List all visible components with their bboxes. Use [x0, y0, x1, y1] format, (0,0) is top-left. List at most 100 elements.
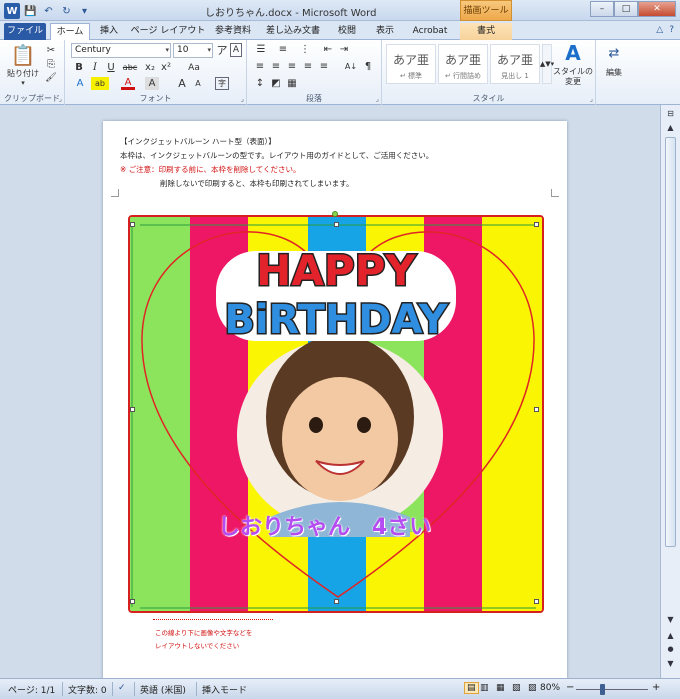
- ruler-toggle-icon[interactable]: ⊟: [664, 109, 677, 121]
- editing-button[interactable]: 編集: [598, 66, 630, 78]
- enclose-char-icon[interactable]: A: [230, 43, 242, 57]
- shading-button[interactable]: ◩: [269, 77, 283, 90]
- tab-review[interactable]: 校閲: [330, 23, 364, 40]
- enclose-button[interactable]: 字: [215, 77, 229, 90]
- rotate-handle[interactable]: [332, 211, 338, 217]
- paste-menu-icon[interactable]: ▾: [18, 78, 28, 87]
- minimize-button[interactable]: –: [590, 1, 614, 17]
- vertical-scrollbar[interactable]: ⊟ ▲ ▼ ▲ ● ▼: [660, 105, 680, 678]
- paragraph-launcher-icon[interactable]: ⌟: [376, 95, 379, 103]
- grow-font-icon[interactable]: ア: [216, 43, 228, 57]
- resize-handle[interactable]: [334, 222, 339, 227]
- strikethrough-button[interactable]: abc: [121, 61, 139, 74]
- underline-button[interactable]: U: [105, 61, 117, 74]
- align-right-button[interactable]: ≡: [285, 60, 299, 73]
- multilevel-list-button[interactable]: ⋮: [297, 43, 313, 56]
- italic-button[interactable]: I: [89, 61, 101, 74]
- font-name-dropdown-icon[interactable]: ▾: [165, 44, 169, 57]
- text-effect-button[interactable]: A: [73, 77, 87, 90]
- tab-page-layout[interactable]: ページ レイアウト: [130, 23, 206, 40]
- undo-icon[interactable]: ↶: [41, 4, 56, 19]
- minimize-ribbon-icon[interactable]: △: [656, 25, 663, 35]
- zoom-out-button[interactable]: −: [566, 682, 574, 693]
- font-launcher-icon[interactable]: ⌟: [241, 95, 244, 103]
- center-button[interactable]: ≡: [269, 60, 283, 73]
- style-heading-1[interactable]: あア亜 見出し 1: [490, 44, 540, 84]
- justify-button[interactable]: ≡: [301, 60, 315, 73]
- align-left-button[interactable]: ≡: [253, 60, 267, 73]
- grow-font-button[interactable]: A: [175, 77, 189, 90]
- language[interactable]: 英語 (米国): [140, 683, 186, 696]
- insert-mode[interactable]: 挿入モード: [202, 683, 247, 696]
- clipboard-launcher-icon[interactable]: ⌟: [59, 95, 62, 103]
- page-count[interactable]: ページ: 1/1: [8, 683, 55, 696]
- resize-handle[interactable]: [130, 599, 135, 604]
- outline-view-icon[interactable]: ▧: [512, 683, 521, 693]
- zoom-slider-thumb[interactable]: [600, 684, 605, 695]
- paste-icon[interactable]: 📋: [8, 43, 38, 67]
- change-styles-button[interactable]: スタイルの変更: [552, 66, 594, 88]
- superscript-button[interactable]: x²: [159, 61, 173, 74]
- numbering-button[interactable]: ≡: [275, 43, 291, 56]
- tab-mailings[interactable]: 差し込み文書: [260, 23, 326, 40]
- show-marks-button[interactable]: ¶: [361, 60, 375, 73]
- redo-icon[interactable]: ↻: [59, 4, 74, 19]
- shrink-font-button[interactable]: A: [191, 77, 205, 90]
- format-painter-icon[interactable]: 🖌: [44, 72, 58, 84]
- resize-handle[interactable]: [130, 407, 135, 412]
- highlight-button[interactable]: ab: [91, 77, 109, 90]
- cut-icon[interactable]: ✂: [44, 44, 58, 56]
- font-size-select[interactable]: 10 ▾: [173, 43, 213, 58]
- line-spacing-button[interactable]: ↕: [253, 77, 267, 90]
- zoom-slider-track[interactable]: [576, 689, 648, 690]
- copy-icon[interactable]: ⎘: [44, 58, 58, 70]
- increase-indent-button[interactable]: ⇥: [337, 43, 351, 56]
- tab-view[interactable]: 表示: [368, 23, 402, 40]
- word-count[interactable]: 文字数: 0: [68, 683, 107, 696]
- save-icon[interactable]: 💾: [23, 4, 38, 19]
- borders-button[interactable]: ▦: [285, 77, 299, 90]
- scroll-down-icon[interactable]: ▼: [664, 615, 677, 627]
- tab-references[interactable]: 参考資料: [210, 23, 256, 40]
- previous-page-icon[interactable]: ▲: [664, 631, 677, 643]
- char-shading-button[interactable]: A: [145, 77, 159, 90]
- tab-home[interactable]: ホーム: [50, 23, 90, 41]
- subscript-button[interactable]: x₂: [143, 61, 157, 74]
- style-no-spacing[interactable]: あア亜 ↵ 行間詰め: [438, 44, 488, 84]
- font-size-dropdown-icon[interactable]: ▾: [207, 44, 211, 57]
- customize-qat-icon[interactable]: ▾: [77, 4, 92, 19]
- font-name-select[interactable]: Century ▾: [71, 43, 171, 58]
- close-button[interactable]: ✕: [638, 1, 676, 17]
- help-icon[interactable]: ?: [669, 25, 674, 35]
- select-browse-object-icon[interactable]: ●: [664, 645, 677, 657]
- tab-insert[interactable]: 挿入: [92, 23, 126, 40]
- tab-acrobat[interactable]: Acrobat: [406, 23, 454, 40]
- resize-handle[interactable]: [334, 599, 339, 604]
- web-layout-view-icon[interactable]: ▦: [496, 683, 505, 693]
- editing-icon[interactable]: ⇄: [602, 44, 626, 62]
- print-layout-view-icon[interactable]: ▤: [464, 682, 479, 694]
- full-screen-view-icon[interactable]: ▥: [480, 683, 489, 693]
- tab-file[interactable]: ファイル: [4, 23, 46, 40]
- tab-format[interactable]: 書式: [460, 23, 512, 40]
- change-case-button[interactable]: Aa: [187, 61, 201, 74]
- draft-view-icon[interactable]: ▨: [528, 683, 537, 693]
- font-color-button[interactable]: A: [121, 77, 135, 90]
- bullets-button[interactable]: ☰: [253, 43, 269, 56]
- style-normal[interactable]: あア亜 ↵ 標準: [386, 44, 436, 84]
- resize-handle[interactable]: [534, 599, 539, 604]
- scroll-up-icon[interactable]: ▲: [664, 123, 677, 135]
- distributed-button[interactable]: ≡: [317, 60, 331, 73]
- zoom-in-button[interactable]: +: [652, 682, 660, 693]
- sort-button[interactable]: A↓: [343, 60, 359, 73]
- birthday-artwork[interactable]: HAPPY BiRTHDAY しおりちゃん 4さい: [128, 215, 544, 613]
- document-page[interactable]: 【インクジェットバルーン ハート型（表面）】 本枠は、インクジェットバルーンの型…: [103, 121, 567, 678]
- bold-button[interactable]: B: [73, 61, 85, 74]
- resize-handle[interactable]: [534, 222, 539, 227]
- styles-scroll-icon[interactable]: ▲▼▾: [540, 44, 554, 84]
- scroll-thumb[interactable]: [665, 137, 676, 547]
- resize-handle[interactable]: [130, 222, 135, 227]
- change-styles-icon[interactable]: A: [558, 41, 588, 65]
- word-logo-icon[interactable]: W: [4, 3, 20, 19]
- maximize-button[interactable]: □: [614, 1, 638, 17]
